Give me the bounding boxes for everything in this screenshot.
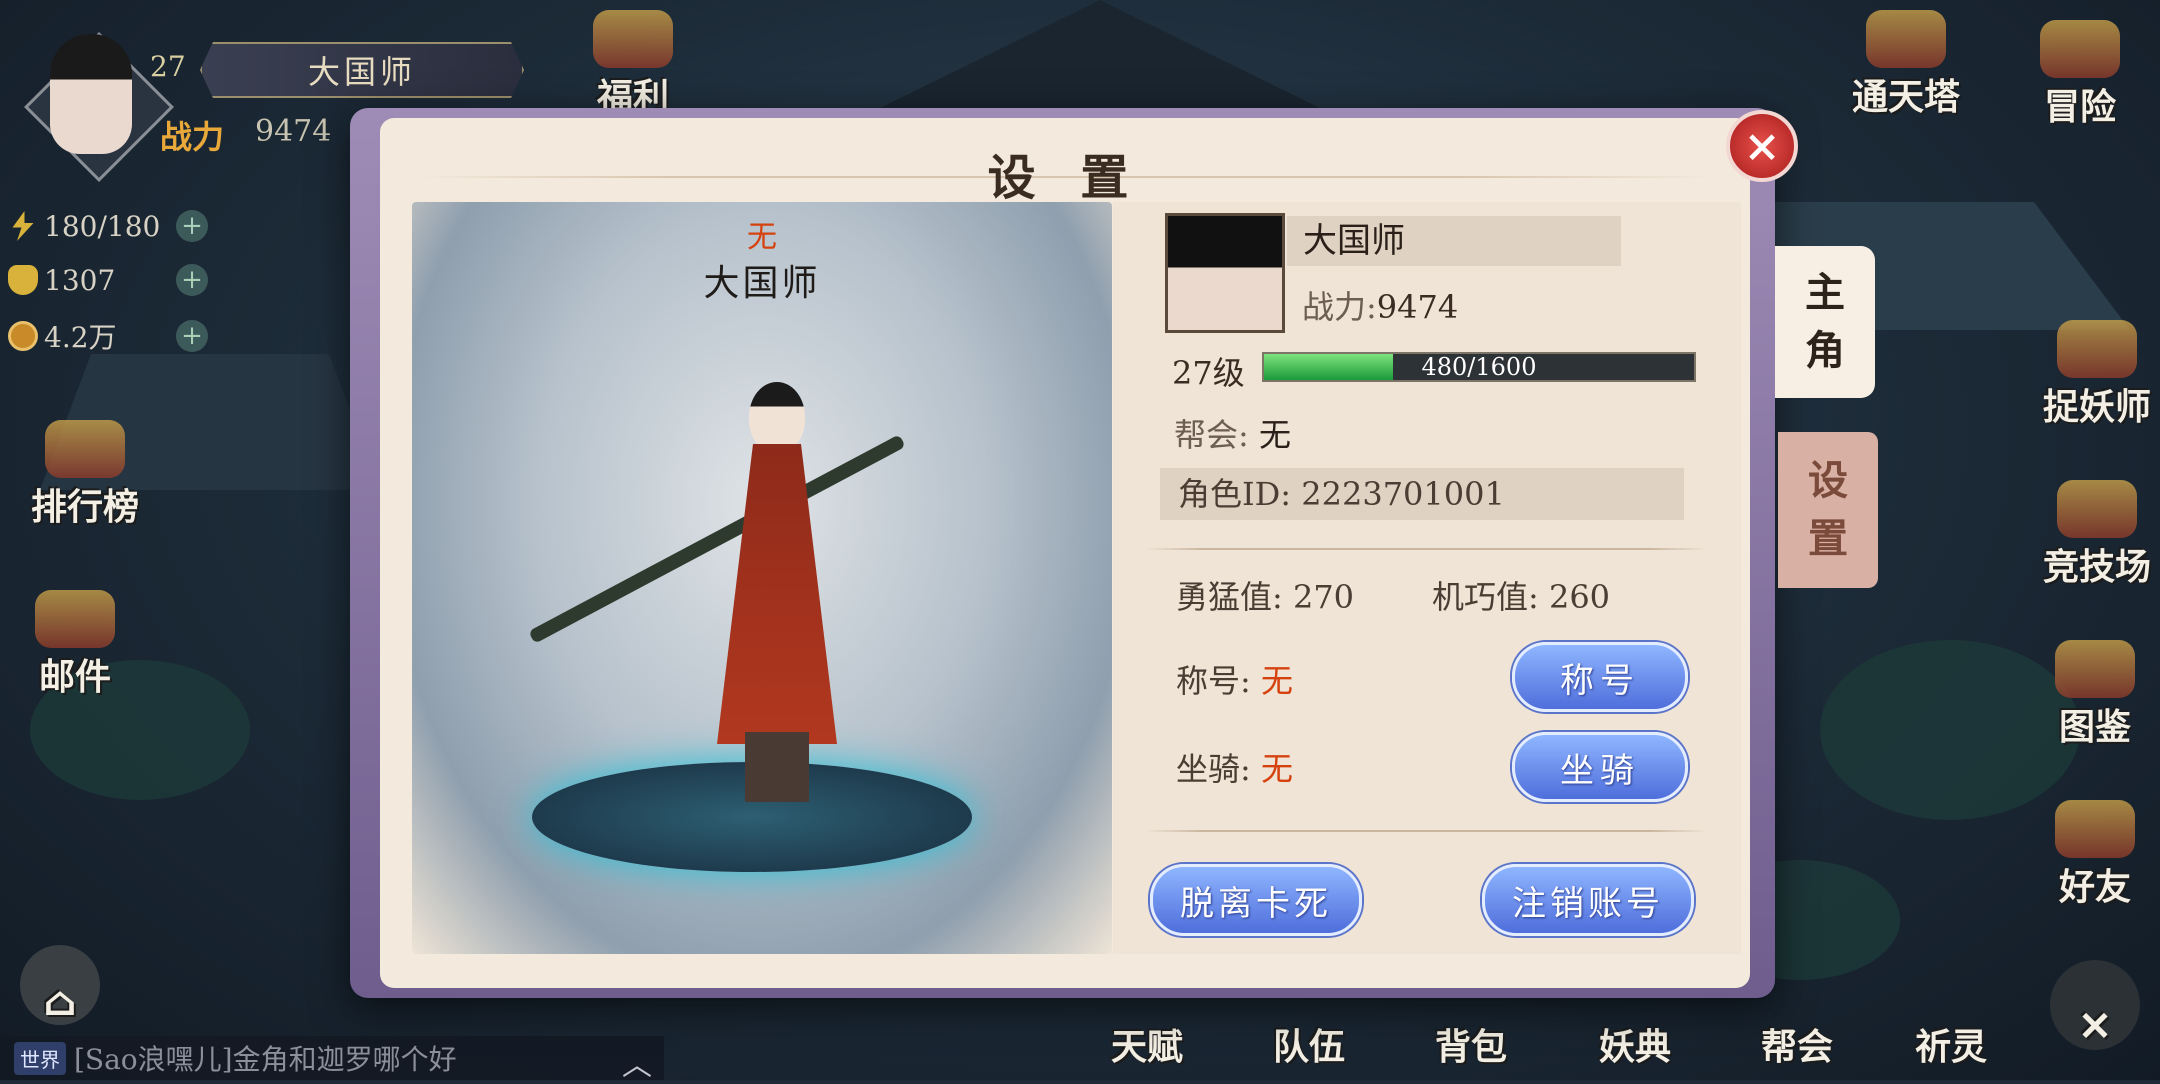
character-preview: 无 大国师 bbox=[412, 202, 1112, 954]
tower-icon bbox=[1866, 10, 1946, 68]
close-button[interactable]: × bbox=[1726, 110, 1798, 182]
copper-coin-icon bbox=[8, 321, 38, 351]
codex-icon bbox=[2055, 640, 2135, 698]
dexterity-stat: 机巧值: 260 bbox=[1432, 578, 1611, 616]
chevron-up-icon[interactable]: ︿ bbox=[622, 1040, 652, 1084]
tab-settings[interactable]: 设置 bbox=[1778, 432, 1878, 588]
menu-friends[interactable]: 好友 bbox=[2040, 800, 2150, 910]
demon-hunter-icon bbox=[2057, 320, 2137, 378]
leaderboard-icon bbox=[45, 420, 125, 478]
title-button[interactable]: 称号 bbox=[1512, 642, 1688, 712]
coin-row: 4.2万 + bbox=[8, 314, 208, 358]
power-label: 战力 bbox=[160, 118, 225, 156]
menu-leaderboard[interactable]: 排行榜 bbox=[10, 420, 160, 530]
gold-value: 1307 bbox=[44, 263, 116, 297]
divider bbox=[1145, 830, 1707, 832]
profile-guild: 帮会: 无 bbox=[1174, 416, 1291, 454]
character-name: 大国师 bbox=[703, 263, 821, 304]
menu-mail[interactable]: 邮件 bbox=[20, 590, 130, 700]
welfare-icon bbox=[593, 10, 673, 68]
menu-welfare[interactable]: 福利 bbox=[578, 10, 688, 120]
coin-value: 4.2万 bbox=[44, 321, 117, 354]
menu-tower[interactable]: 通天塔 bbox=[1836, 10, 1976, 120]
add-gold-button[interactable]: + bbox=[176, 264, 208, 296]
xp-progress-bar: 480/1600 bbox=[1262, 352, 1696, 382]
arena-icon bbox=[2057, 480, 2137, 538]
profile-name: 大国师 bbox=[1287, 216, 1621, 266]
bravery-stat: 勇猛值: 270 bbox=[1176, 578, 1355, 616]
home-icon: ⌂ bbox=[43, 978, 77, 1025]
role-id: 角色ID: 2223701001 bbox=[1160, 468, 1684, 520]
unstuck-button[interactable]: 脱离卡死 bbox=[1150, 864, 1362, 936]
add-coin-button[interactable]: + bbox=[176, 320, 208, 352]
profile-power: 战力:9474 bbox=[1302, 288, 1459, 326]
dialog-title: 设 置 bbox=[987, 150, 1143, 206]
energy-row: 180/180 + bbox=[8, 204, 208, 248]
home-button[interactable]: ⌂ bbox=[20, 945, 100, 1025]
character-model[interactable] bbox=[697, 382, 857, 802]
character-title: 无 bbox=[747, 220, 777, 255]
crossed-swords-icon: ✕ bbox=[2078, 1003, 2112, 1050]
chat-message: [Sao浪嘿儿]金角和迦罗哪个好 bbox=[74, 1043, 457, 1076]
mount-button[interactable]: 坐骑 bbox=[1512, 732, 1688, 802]
tab-main-character[interactable]: 主角 bbox=[1775, 246, 1875, 398]
menu-codex[interactable]: 图鉴 bbox=[2040, 640, 2150, 750]
add-energy-button[interactable]: + bbox=[176, 210, 208, 242]
logout-button[interactable]: 注销账号 bbox=[1482, 864, 1694, 936]
title-field: 称号: 无 bbox=[1176, 662, 1293, 700]
xp-text: 480/1600 bbox=[1421, 353, 1537, 381]
close-icon: × bbox=[1743, 120, 1781, 172]
lightning-icon bbox=[12, 211, 34, 241]
character-portrait bbox=[1165, 213, 1285, 333]
menu-arena[interactable]: 竞技场 bbox=[2034, 480, 2160, 590]
menu-adventure[interactable]: 冒险 bbox=[2010, 20, 2150, 130]
player-level: 27 bbox=[150, 50, 186, 83]
gold-row: 1307 + bbox=[8, 258, 208, 302]
chat-channel: 世界 bbox=[14, 1041, 66, 1075]
mount-field: 坐骑: 无 bbox=[1176, 750, 1293, 788]
gold-ingot-icon bbox=[8, 265, 38, 295]
menu-pray[interactable]: 祈灵 bbox=[1896, 960, 2006, 1070]
profile-level: 27级 bbox=[1172, 354, 1245, 392]
mail-icon bbox=[35, 590, 115, 648]
combat-toggle-button[interactable]: ✕ bbox=[2050, 960, 2140, 1050]
power-value: 9474 bbox=[255, 114, 332, 149]
menu-demon-hunter[interactable]: 捉妖师 bbox=[2034, 320, 2160, 430]
divider bbox=[1145, 548, 1707, 550]
player-avatar[interactable] bbox=[24, 24, 174, 182]
energy-value: 180/180 bbox=[44, 209, 161, 243]
adventure-icon bbox=[2040, 20, 2120, 78]
player-name-plate: 大国师 bbox=[200, 42, 524, 98]
chat-bar[interactable]: 世界 [Sao浪嘿儿]金角和迦罗哪个好 ︿ bbox=[0, 1036, 664, 1083]
friends-icon bbox=[2055, 800, 2135, 858]
